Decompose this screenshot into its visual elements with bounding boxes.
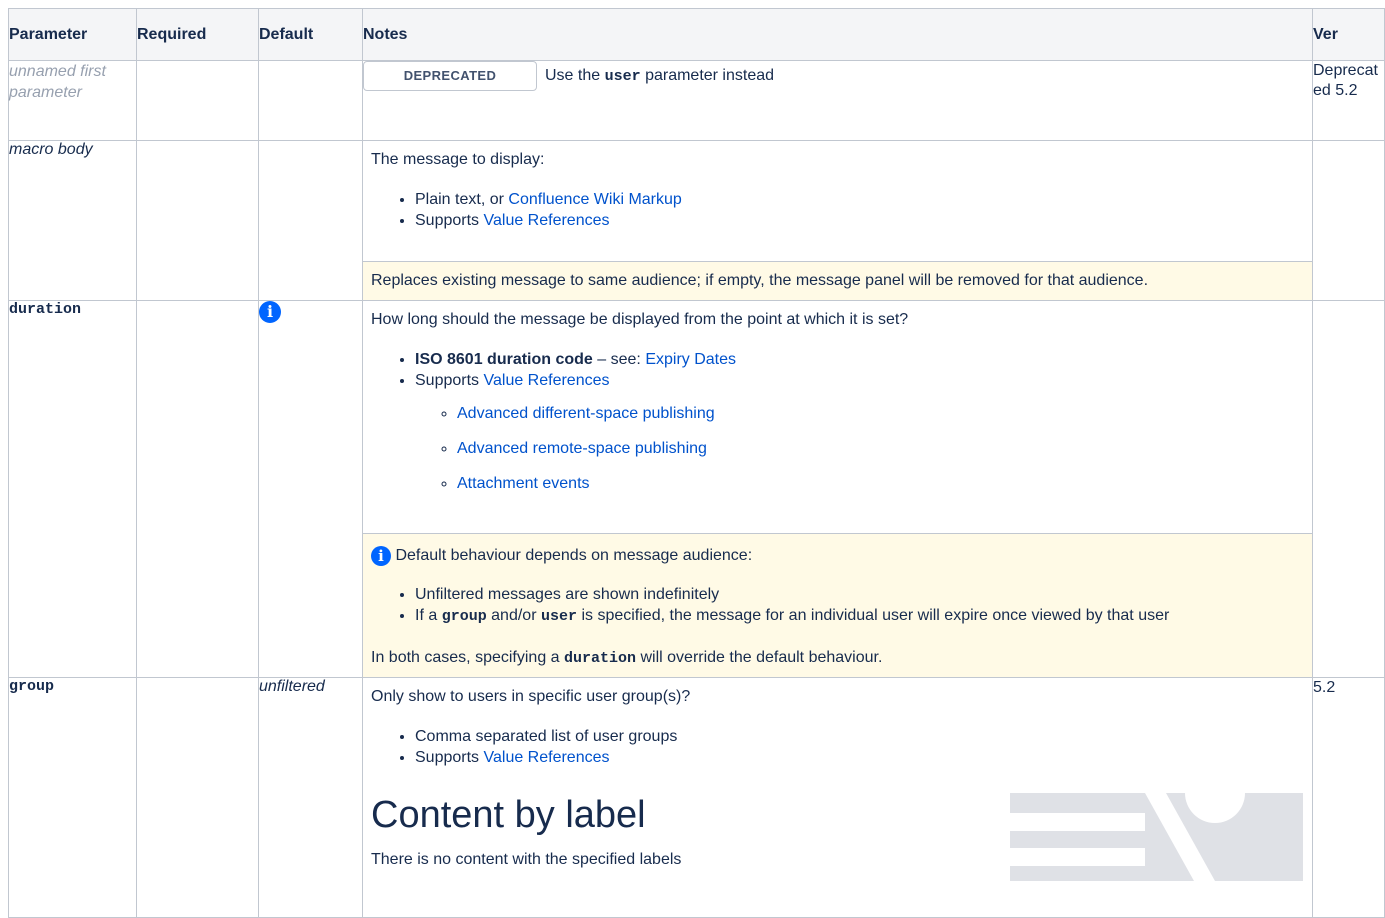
header-notes[interactable]: Notes (362, 8, 1313, 61)
list-item: Supports Value References (415, 210, 1304, 231)
default-cell: i (258, 300, 363, 678)
required-cell (136, 677, 259, 918)
required-cell (136, 140, 259, 301)
notes-cell: DEPRECATED Use the user parameter instea… (362, 60, 1313, 141)
notes-list: ISO 8601 duration code – see: Expiry Dat… (371, 349, 1304, 494)
required-cell (136, 300, 259, 678)
ver-cell: 5.2 (1312, 677, 1385, 918)
list-item: Attachment events (457, 473, 1304, 494)
item-text: Plain text, or (415, 191, 504, 208)
item-text: Supports (415, 212, 480, 229)
list-item: Advanced different-space publishing (457, 403, 1304, 424)
header-default[interactable]: Default (258, 8, 363, 61)
list-item: Supports Value References Advanced diffe… (415, 370, 1304, 494)
list-item: Plain text, or Confluence Wiki Markup (415, 189, 1304, 210)
note-text: Use the user parameter instead (545, 67, 774, 85)
notes-intro: Only show to users in specific user grou… (371, 688, 691, 705)
note-post: parameter instead (645, 67, 775, 84)
notes-cell: How long should the message be displayed… (362, 300, 1313, 678)
attachment-events-link[interactable]: Attachment events (457, 475, 590, 492)
related-links-list: Advanced different-space publishing Adva… (415, 403, 1304, 494)
empty-content-illustration (1010, 793, 1303, 881)
footer-text: In both cases, specifying a (371, 649, 560, 666)
param-name: duration (8, 300, 137, 678)
item-text: and/or (491, 607, 537, 624)
table-row: macro body The message to display: Plain… (8, 140, 1385, 301)
list-item: Unfiltered messages are shown indefinite… (415, 584, 1304, 605)
header-required[interactable]: Required (136, 8, 259, 61)
default-cell: unfiltered (258, 677, 363, 918)
notes-intro: How long should the message be displayed… (371, 311, 909, 328)
list-item: Advanced remote-space publishing (457, 438, 1304, 459)
header-row: Parameter Required Default Notes Ver (8, 8, 1385, 61)
required-cell (136, 60, 259, 141)
panel-heading: Default behaviour depends on message aud… (395, 547, 753, 565)
table-row: duration i How long should the message b… (8, 300, 1385, 678)
info-panel: i Default behaviour depends on message a… (363, 533, 1312, 677)
confluence-wiki-markup-link[interactable]: Confluence Wiki Markup (508, 191, 681, 208)
item-text: Supports (415, 749, 480, 766)
list-item: Comma separated list of user groups (415, 726, 1304, 747)
parameters-table: Parameter Required Default Notes Ver unn… (8, 8, 1385, 918)
expiry-dates-link[interactable]: Expiry Dates (645, 351, 736, 368)
advanced-different-space-link[interactable]: Advanced different-space publishing (457, 405, 715, 422)
illustration-bar (1010, 813, 1145, 831)
footer-text: will override the default behaviour. (640, 649, 883, 666)
item-text: is specified, the message for an individ… (581, 607, 1170, 624)
notes-list: Plain text, or Confluence Wiki Markup Su… (371, 189, 1304, 231)
notes-cell: The message to display: Plain text, or C… (362, 140, 1313, 301)
header-ver[interactable]: Ver (1312, 8, 1385, 61)
ver-cell: Deprecated 5.2 (1312, 60, 1385, 141)
panel-list: Unfiltered messages are shown indefinite… (371, 584, 1304, 627)
group-code: group (441, 608, 487, 625)
item-text: Supports (415, 372, 480, 389)
param-name: group (8, 677, 137, 918)
item-text: If a (415, 607, 438, 624)
duration-code: duration (564, 650, 637, 667)
default-cell (258, 60, 363, 141)
item-text: – see: (597, 351, 641, 368)
ver-cell (1312, 140, 1385, 301)
user-code: user (540, 608, 577, 625)
advanced-remote-space-link[interactable]: Advanced remote-space publishing (457, 440, 707, 457)
panel-footer: In both cases, specifying a duration wil… (371, 649, 1304, 667)
param-name: unnamed first parameter (8, 60, 137, 141)
default-cell (258, 140, 363, 301)
item-bold: ISO 8601 duration code (415, 351, 593, 368)
value-references-link[interactable]: Value References (484, 212, 610, 229)
illustration-circle (1185, 793, 1245, 823)
note-pre: Use the (545, 67, 601, 84)
ver-cell (1312, 300, 1385, 678)
deprecated-badge: DEPRECATED (363, 61, 537, 91)
illustration-bar (1010, 848, 1145, 866)
list-item: ISO 8601 duration code – see: Expiry Dat… (415, 349, 1304, 370)
info-icon: i (371, 546, 391, 566)
table-row: unnamed first parameter DEPRECATED Use t… (8, 60, 1385, 141)
info-icon[interactable]: i (259, 301, 281, 323)
value-references-link[interactable]: Value References (484, 372, 610, 389)
param-name: macro body (8, 140, 137, 301)
note-code: user (604, 68, 641, 85)
value-references-link[interactable]: Value References (484, 749, 610, 766)
notes-list: Comma separated list of user groups Supp… (371, 726, 1304, 768)
header-parameter[interactable]: Parameter (8, 8, 137, 61)
list-item: If a group and/or user is specified, the… (415, 605, 1304, 627)
notes-intro: The message to display: (371, 151, 545, 168)
info-panel: Replaces existing message to same audien… (363, 261, 1312, 300)
list-item: Supports Value References (415, 747, 1304, 768)
